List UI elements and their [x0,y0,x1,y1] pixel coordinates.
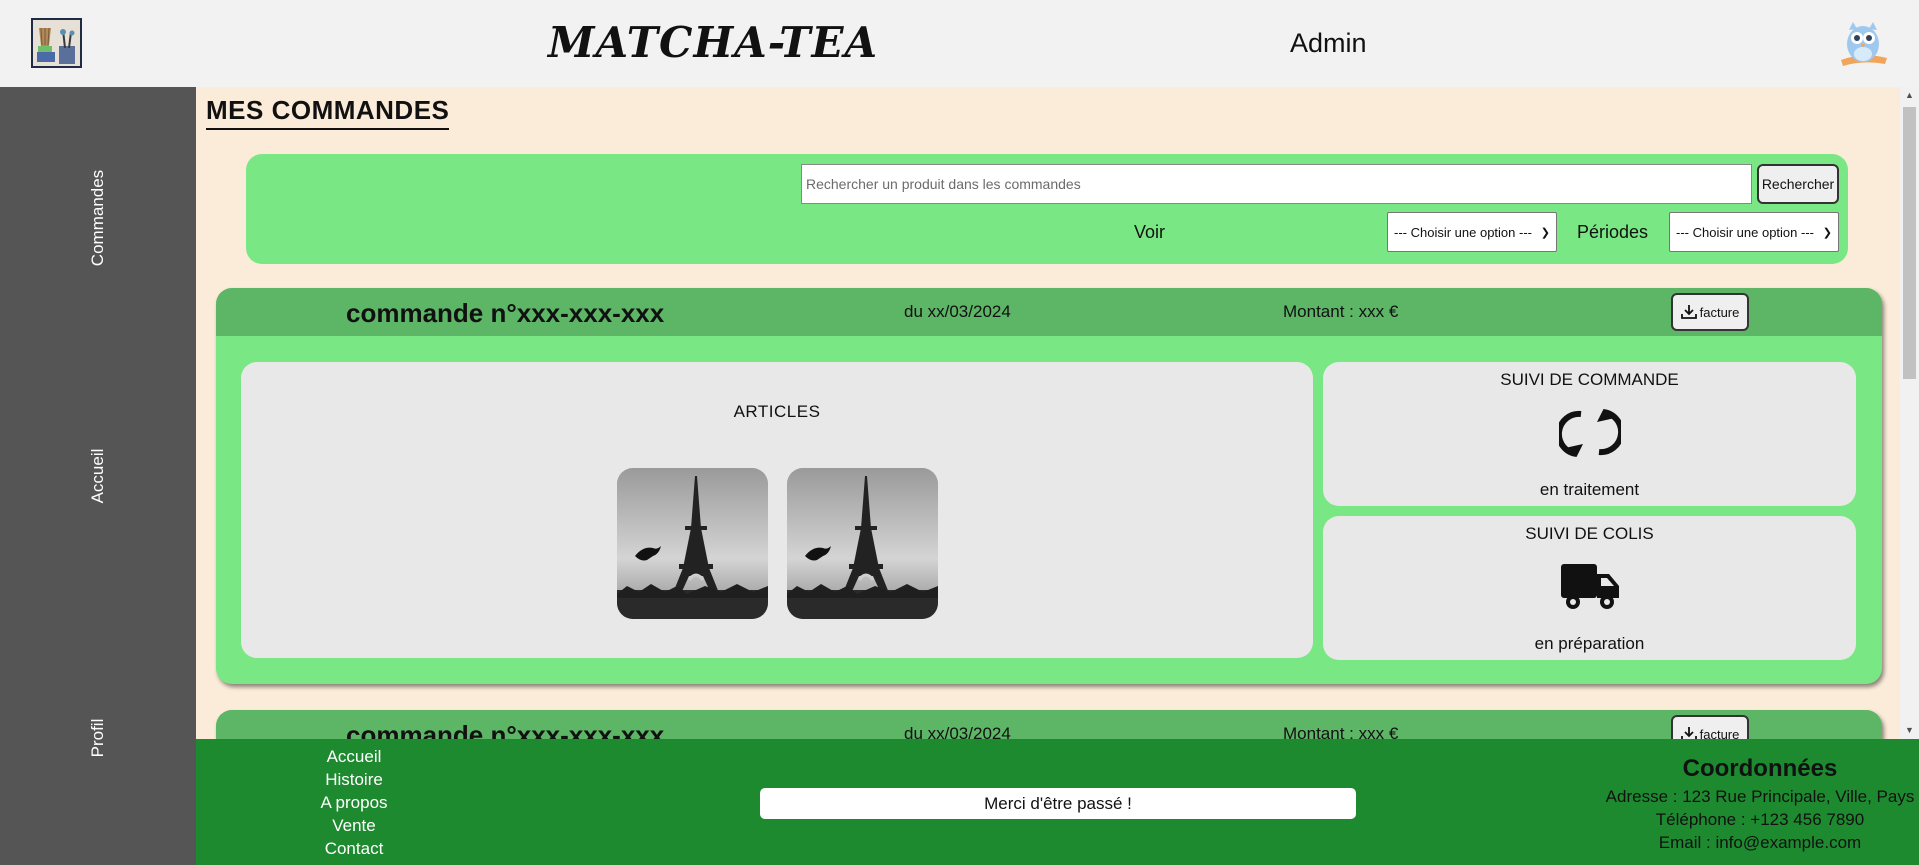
eiffel-tower-photo [787,468,938,619]
footer-link-histoire[interactable]: Histoire [316,770,392,790]
chevron-down-icon: ❯ [1540,226,1550,239]
order-header: commande n°xxx-xxx-xxx du xx/03/2024 Mon… [216,288,1882,336]
invoice-label: facture [1699,726,1740,740]
periodes-select-value: --- Choisir une option --- [1676,224,1814,240]
order-amount: Montant : xxx € [1283,724,1399,739]
sidebar-item-profil[interactable]: Profil [88,719,108,758]
articles-title: ARTICLES [733,402,821,421]
header: MATCHA-TEA Admin [0,0,1919,87]
refresh-icon [1559,409,1621,457]
invoice-download-button[interactable]: facture [1671,715,1749,739]
scroll-down-arrow[interactable]: ▼ [1900,722,1919,739]
sidebar-item-accueil[interactable]: Accueil [88,449,108,504]
order-amount: Montant : xxx € [1283,302,1399,321]
articles-panel: ARTICLES [241,362,1313,658]
contact-address: Adresse : 123 Rue Principale, Ville, Pay… [1605,787,1915,806]
chevron-down-icon: ❯ [1822,226,1832,239]
voir-label: Voir [1134,222,1166,242]
footer-link-contact[interactable]: Contact [316,839,392,859]
thanks-message: Merci d'être passé ! [760,788,1356,819]
order-tracking-title: SUIVI DE COMMANDE [1500,370,1679,389]
download-icon [1680,305,1697,319]
invoice-label: facture [1699,304,1740,320]
order-card: commande n°xxx-xxx-xxx du xx/03/2024 Mon… [216,710,1882,739]
contact-title: Coordonnées [1682,755,1838,782]
order-date: du xx/03/2024 [904,724,1011,739]
scroll-thumb[interactable] [1903,107,1916,379]
order-tracking-status: en traitement [1539,480,1640,499]
contact-phone: Téléphone : +123 456 7890 [1655,810,1865,829]
footer: Accueil Histoire A propos Vente Contact … [196,739,1919,865]
order-date: du xx/03/2024 [904,302,1011,321]
order-number: commande n°xxx-xxx-xxx [346,720,665,739]
logo[interactable] [31,18,82,68]
sidebar: Commandes Accueil Profil [0,87,196,865]
footer-link-vente[interactable]: Vente [316,816,392,836]
article-image[interactable] [787,468,938,619]
search-button[interactable]: Rechercher [1757,164,1839,204]
page-title: MES COMMANDES [206,95,450,130]
voir-select[interactable]: --- Choisir une option --- ❯ [1387,212,1557,252]
user-label: Admin [1290,28,1367,58]
footer-link-accueil[interactable]: Accueil [316,747,392,767]
parcel-tracking-status: en préparation [1534,634,1645,653]
truck-icon [1561,564,1619,609]
periodes-label: Périodes [1577,222,1649,242]
contact-email: Email : info@example.com [1658,833,1862,852]
vertical-scrollbar[interactable]: ▲ ▼ [1900,87,1919,739]
order-tracking-panel: SUIVI DE COMMANDE en traitement [1323,362,1856,506]
periodes-select[interactable]: --- Choisir une option --- ❯ [1669,212,1839,252]
invoice-download-button[interactable]: facture [1671,293,1749,331]
parcel-tracking-title: SUIVI DE COLIS [1525,524,1654,543]
order-card: commande n°xxx-xxx-xxx du xx/03/2024 Mon… [216,288,1882,684]
eiffel-tower-photo [617,468,768,619]
scroll-up-arrow[interactable]: ▲ [1900,87,1919,104]
search-panel: Rechercher Voir --- Choisir une option -… [246,154,1848,264]
main-content: MES COMMANDES Rechercher Voir --- Choisi… [196,87,1900,739]
owl-icon[interactable] [1837,16,1889,70]
sidebar-item-commandes[interactable]: Commandes [88,170,108,266]
download-icon [1680,727,1697,739]
order-number: commande n°xxx-xxx-xxx [346,298,665,328]
matcha-tools-logo-icon [33,20,80,66]
parcel-tracking-panel: SUIVI DE COLIS en préparation [1323,516,1856,660]
search-input[interactable] [801,164,1752,204]
order-header: commande n°xxx-xxx-xxx du xx/03/2024 Mon… [216,710,1882,739]
footer-link-a-propos[interactable]: A propos [316,793,392,813]
site-title: MATCHA-TEA [548,18,879,67]
voir-select-value: --- Choisir une option --- [1394,224,1532,240]
article-image[interactable] [617,468,768,619]
